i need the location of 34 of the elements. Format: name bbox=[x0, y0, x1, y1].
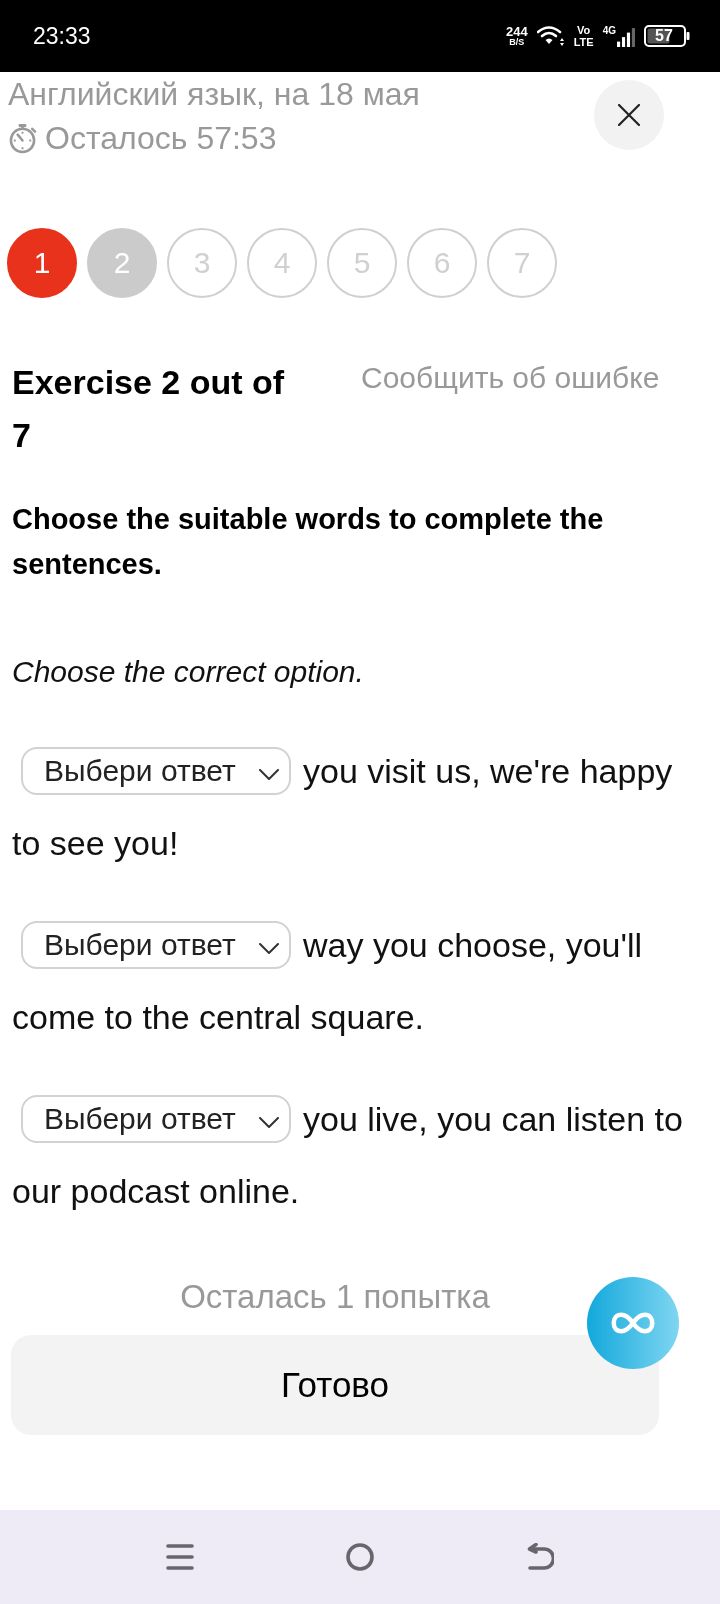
exercise-title: Exercise 2 out of 7 bbox=[12, 362, 286, 456]
sentence-text: Выбери ответ way you choose, you'll come to the central square. bbox=[12, 909, 690, 1053]
caret-icon bbox=[259, 768, 279, 780]
hint-text: Choose the correct option. bbox=[11, 654, 365, 690]
speed-unit: B/S bbox=[509, 38, 525, 47]
report-error-link[interactable]: Сообщить об ошибке bbox=[361, 356, 660, 400]
status-time: 23:33 bbox=[33, 22, 91, 50]
battery-icon bbox=[644, 25, 690, 47]
caret-icon bbox=[259, 1116, 279, 1128]
answer-dropdown[interactable]: Выбери ответ bbox=[21, 747, 291, 795]
network-type: 4G bbox=[602, 24, 616, 36]
back-icon[interactable] bbox=[526, 1543, 554, 1571]
attempts-left: Осталась 1 попытка bbox=[179, 1277, 491, 1317]
instruction-text: Choose the suitable words to complete the sentences. bbox=[11, 502, 605, 582]
time-remaining: Осталось 57:53 bbox=[45, 119, 277, 158]
done-button[interactable]: Готово bbox=[11, 1335, 659, 1435]
infinity-icon bbox=[611, 1312, 655, 1334]
signal-icon bbox=[617, 27, 635, 48]
network-speed: 244 bbox=[506, 25, 528, 38]
answer-dropdown[interactable]: Выбери ответ bbox=[21, 921, 291, 969]
stopwatch-icon bbox=[8, 122, 37, 154]
battery-percent: 57 bbox=[655, 27, 673, 45]
volte-label: Vo bbox=[577, 24, 591, 36]
close-icon bbox=[618, 104, 640, 126]
home-icon[interactable] bbox=[346, 1543, 374, 1571]
caret-icon bbox=[259, 942, 279, 954]
wifi-icon bbox=[536, 25, 565, 47]
sentence-text: Выбери ответ you visit us, we're happy to see you! bbox=[12, 735, 690, 879]
menu-icon[interactable] bbox=[166, 1543, 194, 1571]
volte-label: LTE bbox=[573, 36, 594, 48]
sentence-text: Выбери ответ you live, you can listen to our podcast online. bbox=[12, 1083, 690, 1227]
test-title: Английский язык, на 18 мая bbox=[8, 75, 420, 114]
answer-dropdown[interactable]: Выбери ответ bbox=[21, 1095, 291, 1143]
exercise-step[interactable]: 1 bbox=[7, 228, 77, 298]
